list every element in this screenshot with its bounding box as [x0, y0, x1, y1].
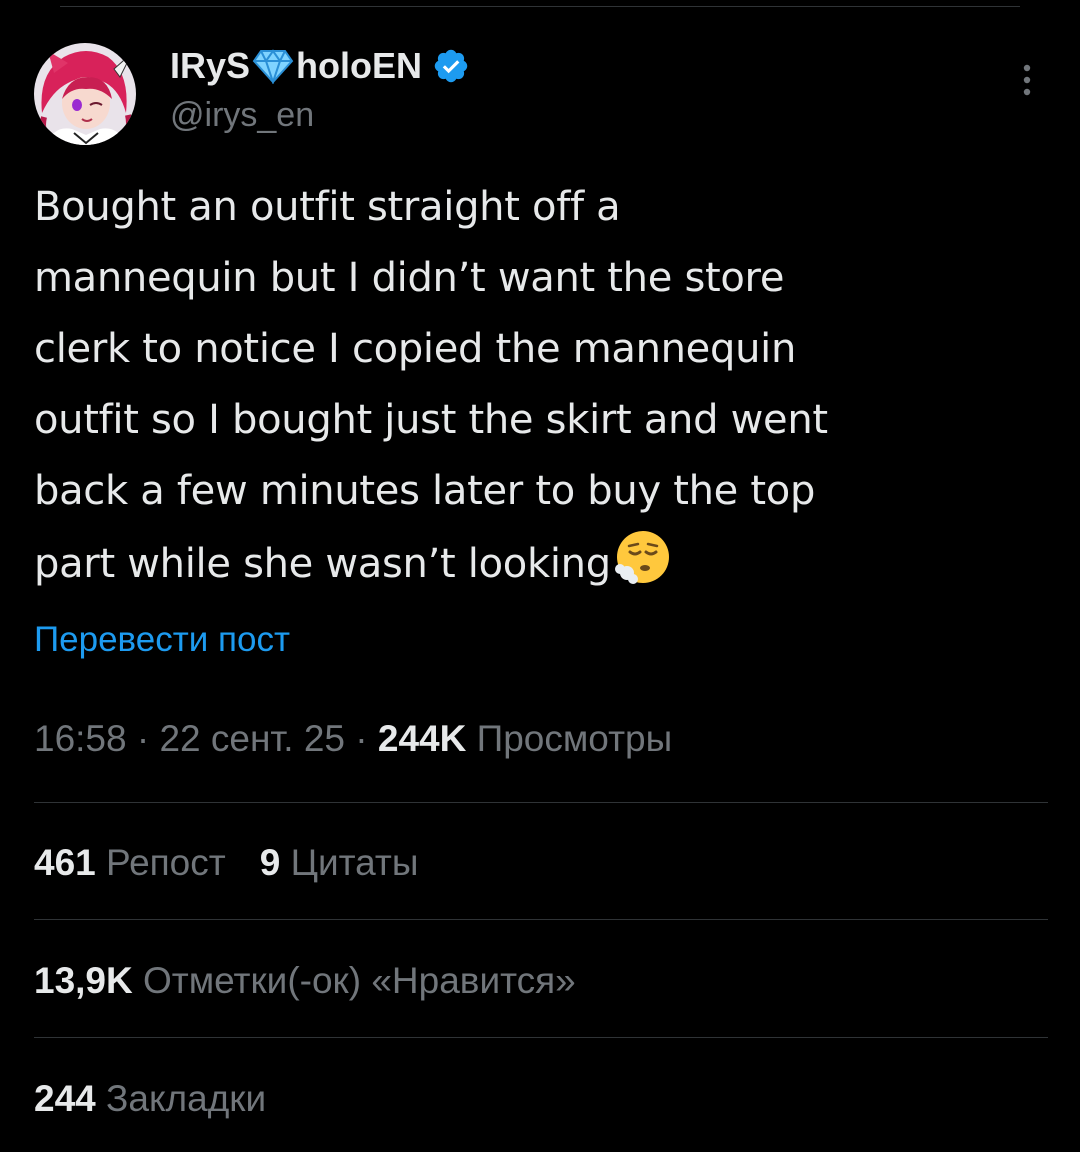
tweet-line: clerk to notice I copied the mannequin [34, 326, 796, 372]
views-label: Просмотры [466, 718, 673, 759]
tweet-line: outfit so I bought just the skirt and we… [34, 397, 828, 443]
divider [34, 919, 1048, 920]
top-divider [60, 6, 1020, 7]
tweet-date[interactable]: 22 сент. 25 [159, 718, 345, 759]
tweet-last-line: part while she wasn’t looking [34, 527, 1044, 600]
bookmarks-count: 244 [34, 1078, 96, 1119]
quotes-count: 9 [259, 842, 281, 883]
more-vertical-icon[interactable] [1010, 60, 1044, 100]
reposts-count: 461 [34, 842, 96, 883]
divider [34, 802, 1048, 803]
reposts-label: Репост [95, 842, 226, 883]
reposts-stat[interactable]: 461 Репост [34, 842, 226, 883]
quotes-stat[interactable]: 9 Цитаты [260, 842, 419, 883]
tweet-line: Bought an outfit straight off a [34, 184, 621, 230]
user-handle[interactable]: @irys_en [170, 96, 314, 135]
display-name-part2: holoEN [296, 45, 423, 86]
tweet-time[interactable]: 16:58 [34, 718, 127, 759]
likes-stat[interactable]: 13,9K Отметки(-ок) «Нравится» [34, 960, 576, 1002]
likes-label: Отметки(-ок) «Нравится» [132, 960, 576, 1001]
likes-count: 13,9K [34, 960, 133, 1001]
translate-post-link[interactable]: Перевести пост [34, 620, 290, 660]
divider [34, 1037, 1048, 1038]
meta-separator: · [126, 718, 160, 759]
tweet-line: mannequin but I didn’t want the store [34, 255, 785, 301]
bookmarks-stat[interactable]: 244 Закладки [34, 1078, 266, 1120]
tweet-text: Bought an outfit straight off a mannequi… [34, 172, 1044, 600]
verified-badge-icon [432, 47, 470, 85]
tweet-line: back a few minutes later to buy the top [34, 468, 816, 514]
display-name[interactable]: IRyS holoEN [170, 44, 470, 88]
views-count: 244K [377, 718, 467, 759]
gem-icon [252, 48, 294, 86]
repost-quote-row: 461 Репост 9 Цитаты [34, 842, 418, 884]
tweet-meta: 16:58 · 22 сент. 25 · 244K Просмотры [34, 718, 672, 760]
avatar[interactable] [34, 43, 136, 145]
quotes-label: Цитаты [280, 842, 419, 883]
display-name-part1: IRyS [170, 45, 251, 86]
face-exhaling-icon [613, 527, 673, 587]
meta-separator: · [345, 718, 378, 759]
bookmarks-label: Закладки [95, 1078, 267, 1119]
tweet-line: part while she wasn’t looking [34, 541, 611, 587]
